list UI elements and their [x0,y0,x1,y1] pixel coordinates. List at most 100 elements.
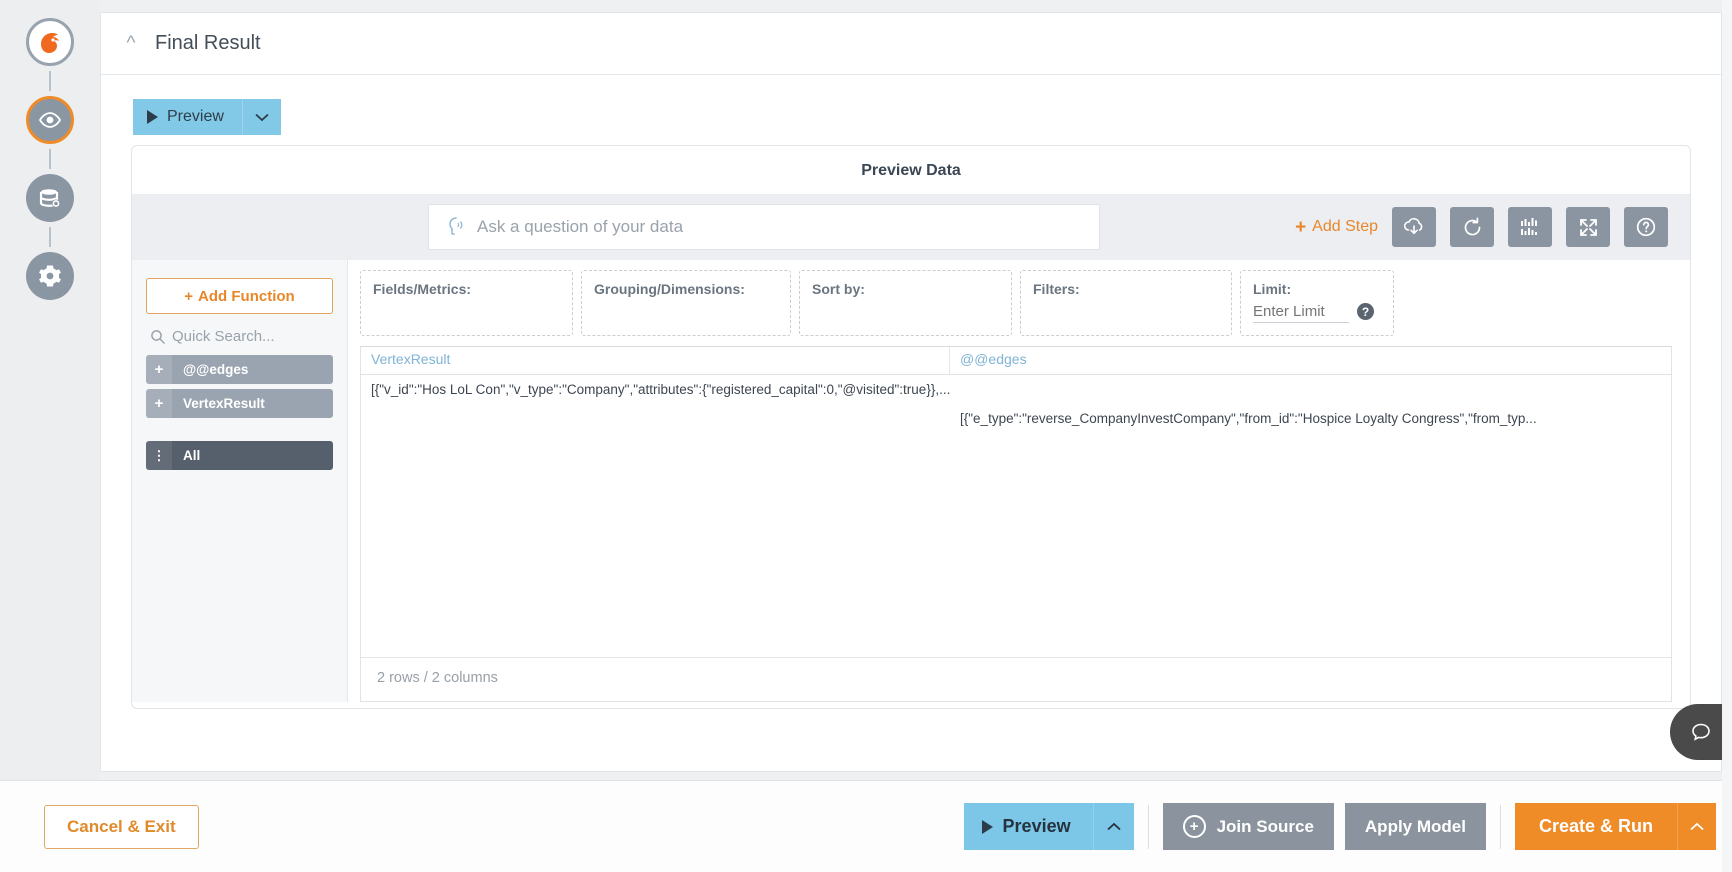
chevron-up-icon [1107,822,1121,831]
rail-node-data-source [26,174,74,252]
function-item-label: All [172,448,200,463]
rail-connector [49,149,51,169]
plus-handle-icon[interactable]: + [146,355,172,384]
fields-metrics-label: Fields/Metrics: [373,281,572,297]
final-result-card: ^ Final Result Preview Preview Data [100,12,1722,772]
add-step-button[interactable]: + Add Step [1295,218,1378,237]
reset-button[interactable] [1450,207,1494,247]
filters-label: Filters: [1033,281,1231,297]
grid-side: Fields/Metrics: Grouping/Dimensions: Sor… [348,260,1690,702]
add-step-label: Add Step [1312,218,1378,236]
sort-by-dropzone[interactable]: Sort by: [799,270,1012,336]
function-item-edges[interactable]: + @@edges [146,355,333,384]
create-run-button[interactable]: Create & Run [1515,803,1678,850]
page-scrollbar[interactable] [1722,0,1732,872]
chevron-down-icon [255,113,269,122]
column-header-vertexresult[interactable]: VertexResult [361,347,950,374]
footer-actions: Preview + Join Source Apply Model Create… [964,803,1732,850]
eye-glyph [37,107,63,133]
add-function-button[interactable]: + Add Function [146,278,333,314]
query-builder-chips: Fields/Metrics: Grouping/Dimensions: Sor… [348,260,1690,346]
card-header: ^ Final Result [101,13,1721,75]
preview-dropdown-toggle[interactable] [243,99,281,135]
search-icon [150,329,165,344]
cancel-exit-button[interactable]: Cancel & Exit [44,805,199,849]
function-item-vertexresult[interactable]: + VertexResult [146,389,333,418]
preview-button-group: Preview [101,75,1721,135]
preview-button[interactable]: Preview [133,99,243,135]
help-button[interactable] [1624,207,1668,247]
cloud-download-icon [1402,216,1426,238]
plus-icon: + [1295,218,1306,237]
toolbar-actions: + Add Step [1295,207,1668,247]
create-run-dropdown[interactable] [1678,803,1716,850]
limit-input[interactable] [1253,303,1349,323]
app-root: ^ Final Result Preview Preview Data [0,0,1732,872]
sort-by-label: Sort by: [812,281,1011,297]
footer-preview-dropdown[interactable] [1094,803,1134,850]
function-item-label: @@edges [172,362,248,377]
chat-bubble-icon [1688,719,1714,745]
refresh-ccw-icon [1461,216,1484,239]
filters-dropzone[interactable]: Filters: [1020,270,1232,336]
rail-node-logo [26,18,74,96]
preview-toolbar: Ask a question of your data + Add Step [132,194,1690,260]
table-cell-edges: [{"e_type":"reverse_CompanyInvestCompany… [950,411,1671,426]
play-icon [982,820,993,834]
left-nav-rail [0,0,100,872]
plus-circle-icon: + [1183,815,1206,838]
footer-preview-button[interactable]: Preview [964,803,1094,850]
play-icon [147,110,158,124]
expand-arrows-icon [1577,216,1600,239]
grouping-dimensions-label: Grouping/Dimensions: [594,281,790,297]
footer-divider [1148,805,1149,849]
join-source-label: Join Source [1217,817,1314,837]
column-header-edges[interactable]: @@edges [950,347,1671,374]
function-item-all[interactable]: ⋮ All [146,441,333,470]
function-item-label: VertexResult [172,396,265,411]
results-table: VertexResult @@edges [{"v_id":"Hos LoL C… [360,346,1672,702]
add-function-label: Add Function [198,288,295,305]
question-circle-icon [1634,215,1658,239]
footer-preview-label: Preview [1003,816,1071,837]
chart-button[interactable] [1508,207,1552,247]
chevron-up-icon[interactable]: ^ [123,34,139,53]
download-button[interactable] [1392,207,1436,247]
join-source-button[interactable]: + Join Source [1163,803,1334,850]
table-header-row: VertexResult @@edges [361,347,1671,375]
rail-connector [49,227,51,247]
gear-icon[interactable] [26,252,74,300]
voice-head-icon [443,214,469,240]
database-gear-glyph [37,185,63,211]
table-status: 2 rows / 2 columns [361,657,1671,701]
grouping-dimensions-dropzone[interactable]: Grouping/Dimensions: [581,270,791,336]
limit-section: Limit: ? [1240,270,1394,336]
eye-icon[interactable] [26,96,74,144]
preview-button-label: Preview [167,108,224,126]
quick-search-placeholder: Quick Search... [172,328,275,345]
tiger-logo-icon[interactable] [26,18,74,66]
fullscreen-button[interactable] [1566,207,1610,247]
plus-icon: + [184,288,193,305]
apply-model-button[interactable]: Apply Model [1345,803,1486,850]
database-gear-icon[interactable] [26,174,74,222]
plus-handle-icon[interactable]: + [146,389,172,418]
fields-metrics-dropzone[interactable]: Fields/Metrics: [360,270,573,336]
quick-search-input[interactable]: Quick Search... [150,328,333,345]
gear-glyph [38,264,62,288]
bar-chart-icon [1518,216,1542,238]
limit-help-icon[interactable]: ? [1357,303,1374,320]
preview-body: + Add Function Quick Search... + @@edges [132,260,1690,702]
page-title: Final Result [155,32,261,55]
drag-handle-icon[interactable]: ⋮ [146,441,172,470]
ask-question-placeholder: Ask a question of your data [477,217,683,237]
rail-node-preview [26,96,74,174]
table-row[interactable]: [{"e_type":"reverse_CompanyInvestCompany… [361,404,1671,433]
tiger-logo-glyph [35,27,65,57]
ask-question-input[interactable]: Ask a question of your data [428,204,1100,250]
chevron-up-icon [1690,822,1704,831]
table-empty-space [361,433,1671,657]
rail-connector [49,71,51,91]
rail-node-settings [26,252,74,300]
table-row[interactable]: [{"v_id":"Hos LoL Con","v_type":"Company… [361,375,1671,404]
